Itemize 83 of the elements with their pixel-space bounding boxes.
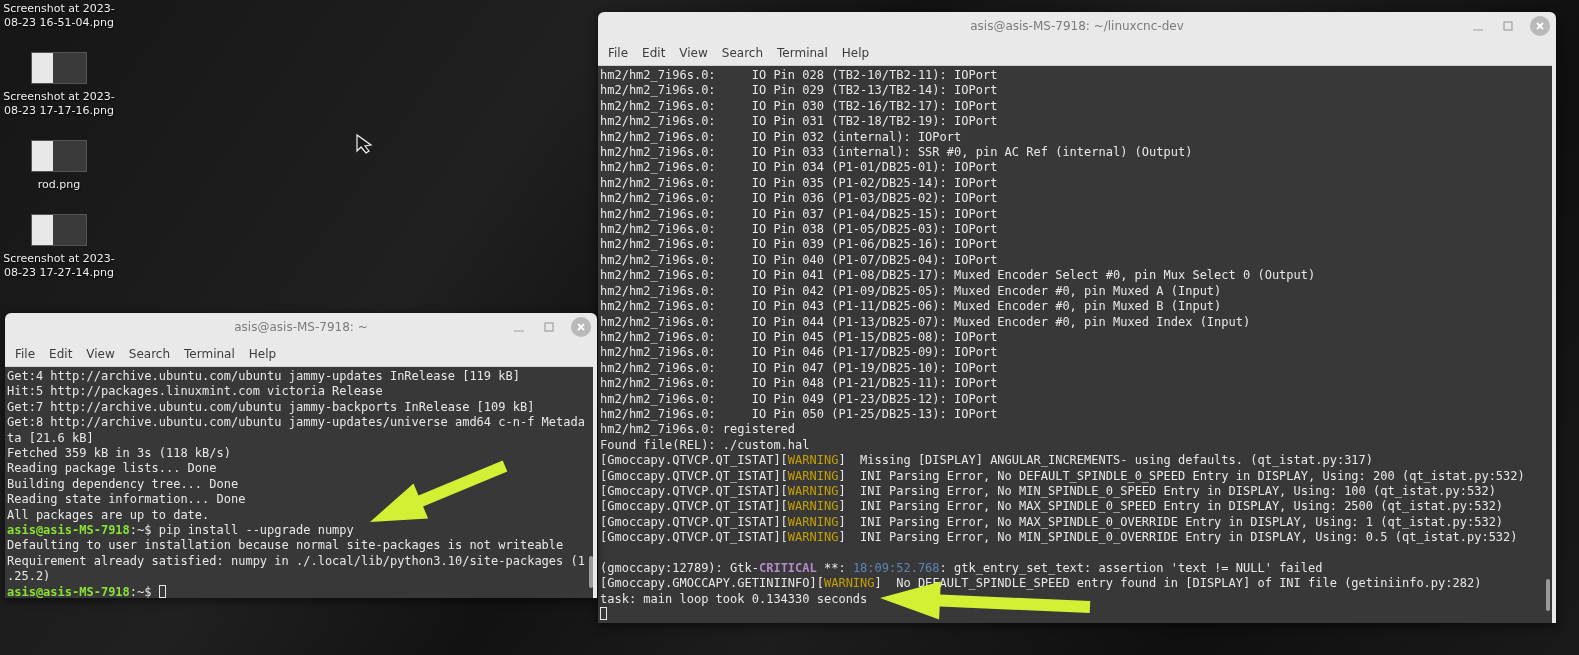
terminal-line: Reading state information... Done xyxy=(7,492,247,508)
file-label[interactable]: rod.png xyxy=(37,178,81,192)
terminal-line: hm2/hm2_7i96s.0: IO Pin 033 (internal): SSR #0, pin AC Ref (internal) (Output) xyxy=(600,145,1194,161)
terminal-line: hm2/hm2_7i96s.0: IO Pin 042 (P1-09/DB25-05): Muxed Encoder #0, pin Muxed A (Input) xyxy=(600,283,1223,300)
terminal-line: hm2/hm2_7i96s.0: IO Pin 037 (P1-04/DB25-15): IOPort xyxy=(600,206,999,223)
terminal-line: Get:7 http://archive.ubuntu.com/ubuntu jammy-backports InRelease [109 kB] xyxy=(7,399,536,416)
image-thumbnail[interactable] xyxy=(31,214,87,246)
menu-item[interactable]: Terminal xyxy=(771,43,834,62)
image-thumbnail[interactable] xyxy=(31,52,87,84)
terminal-line: hm2/hm2_7i96s.0: IO Pin 034 (P1-01/DB25-01): IOPort xyxy=(600,160,999,176)
terminal-line: .25.2) xyxy=(7,569,52,585)
scrollbar-thumb[interactable] xyxy=(588,556,593,589)
menu-item[interactable]: View xyxy=(80,344,121,363)
maximize-icon xyxy=(1503,21,1513,31)
menu-item[interactable]: Edit xyxy=(636,43,672,62)
window-title: asis@asis-MS-7918: ~/linuxcnc-dev xyxy=(970,19,1184,33)
terminal-line: Building dependency tree... Done xyxy=(7,476,240,493)
terminal-line: Fetched 359 kB in 3s (118 kB/s) xyxy=(7,446,232,462)
terminal-line: hm2/hm2_7i96s.0: IO Pin 044 (P1-13/DB25-07): Muxed Encoder #0, pin Muxed Index (Input) xyxy=(600,314,1252,330)
menu-item[interactable]: Terminal xyxy=(178,344,241,363)
terminal-line: hm2/hm2_7i96s.0: IO Pin 029 (TB2-13/TB2-14): IOPort xyxy=(600,83,999,99)
terminal-line: hm2/hm2_7i96s.0: IO Pin 039 (P1-06/DB25-16): IOPort xyxy=(600,237,999,253)
maximize-icon xyxy=(544,322,554,332)
terminal-line: hm2/hm2_7i96s.0: IO Pin 045 (P1-15/DB25-08): IOPort xyxy=(600,329,999,346)
terminal-line: hm2/hm2_7i96s.0: IO Pin 032 (internal): IOPort xyxy=(600,129,963,146)
terminal-line: [Gmoccapy.GMOCCAPY.GETINIINFO][WARNING] No DEFAULT_SPINDLE_SPEED entry found in [DISPLAY] of INI file (getiniinfo.py:282) xyxy=(600,576,1483,592)
terminal-line: hm2/hm2_7i96s.0: IO Pin 050 (P1-25/DB25-13): IOPort xyxy=(600,406,999,423)
terminal-line: hm2/hm2_7i96s.0: IO Pin 043 (P1-11/DB25-06): Muxed Encoder #0, pin Muxed B (Input) xyxy=(600,299,1223,315)
menu-item[interactable]: File xyxy=(602,43,635,62)
terminal-line: hm2/hm2_7i96s.0: IO Pin 047 (P1-19/DB25-10): IOPort xyxy=(600,360,999,377)
terminal-line: [Gmoccapy.QTVCP.QT_ISTAT][WARNING] INI Parsing Error, No MIN_SPINDLE_0_SPEED Entry in DISPLAY, Using: 100 (qt_istat.py:532) xyxy=(600,483,1497,500)
minimize-icon xyxy=(1473,29,1483,31)
menu-item[interactable]: File xyxy=(9,344,42,363)
terminal-line: (gmoccapy:12789): Gtk-CRITICAL **: 18:09:52.768: gtk_entry_set_text: assertion 'text != NULL' failed xyxy=(600,560,1324,577)
terminal-line: Hit:5 http://packages.linuxmint.com victoria Release xyxy=(7,384,384,400)
menu-item[interactable]: Help xyxy=(835,43,876,62)
terminal-line: task: main loop took 0.134330 seconds xyxy=(600,591,869,608)
terminal-line: hm2/hm2_7i96s.0: IO Pin 040 (P1-07/DB25-04): IOPort xyxy=(600,252,999,269)
terminal-line: hm2/hm2_7i96s.0: IO Pin 028 (TB2-10/TB2-11): IOPort xyxy=(600,68,999,84)
terminal-line: hm2/hm2_7i96s.0: IO Pin 036 (P1-03/DB25-02): IOPort xyxy=(600,191,999,207)
minimize-icon xyxy=(514,330,524,332)
terminal-line: All packages are up to date. xyxy=(7,507,211,524)
menu-item[interactable]: Edit xyxy=(43,344,79,363)
terminal-line: Get:8 http://archive.ubuntu.com/ubuntu jammy-updates/universe amd64 c-n-f Metada xyxy=(7,415,585,431)
terminal-line: Get:4 http://archive.ubuntu.com/ubuntu jammy-updates InRelease [119 kB] xyxy=(7,369,521,385)
terminal-line: hm2/hm2_7i96s.0: registered xyxy=(600,422,797,438)
file-label[interactable]: Screenshot at 2023- 08-23 16-51-04.png xyxy=(3,2,115,30)
close-icon xyxy=(1535,21,1545,31)
terminal-line: [Gmoccapy.QTVCP.QT_ISTAT][WARNING] INI Parsing Error, No MAX_SPINDLE_0_OVERRIDE Entry in DISPLAY, Using: 1 (qt_istat.py:532) xyxy=(600,514,1505,531)
terminal-line: [Gmoccapy.QTVCP.QT_ISTAT][WARNING] INI Parsing Error, No MIN_SPINDLE_0_OVERRIDE Entry in DISPLAY, Using: 0.5 (qt_istat.py:532) xyxy=(600,530,1519,546)
scrollbar-thumb[interactable] xyxy=(1546,578,1550,611)
terminal-line: hm2/hm2_7i96s.0: IO Pin 030 (TB2-16/TB2-17): IOPort xyxy=(600,98,999,115)
window-title: asis@asis-MS-7918: ~ xyxy=(234,320,368,334)
file-label[interactable]: Screenshot at 2023- 08-23 17-17-16.png xyxy=(3,90,115,118)
close-button[interactable] xyxy=(571,317,591,337)
image-thumbnail[interactable] xyxy=(31,140,87,172)
menu-item[interactable]: Search xyxy=(122,344,177,363)
menu-item[interactable]: View xyxy=(673,43,714,62)
terminal-line: hm2/hm2_7i96s.0: IO Pin 031 (TB2-18/TB2-19): IOPort xyxy=(600,114,999,130)
terminal-line: hm2/hm2_7i96s.0: IO Pin 049 (P1-23/DB25-12): IOPort xyxy=(600,391,999,407)
terminal-line: ta [21.6 kB] xyxy=(7,430,95,447)
close-icon xyxy=(576,322,586,332)
terminal-line: hm2/hm2_7i96s.0: IO Pin 046 (P1-17/DB25-09): IOPort xyxy=(600,345,999,361)
terminal-line: hm2/hm2_7i96s.0: IO Pin 035 (P1-02/DB25-14): IOPort xyxy=(600,175,999,192)
file-label[interactable]: Screenshot at 2023- 08-23 17-27-14.png xyxy=(3,252,115,280)
terminal-line: hm2/hm2_7i96s.0: IO Pin 048 (P1-21/DB25-11): IOPort xyxy=(600,376,999,392)
terminal-line: [Gmoccapy.QTVCP.QT_ISTAT][WARNING] Missing [DISPLAY] ANGULAR_INCREMENTS- using defaults. (qt_istat.py:317) xyxy=(600,453,1375,469)
terminal-line: [Gmoccapy.QTVCP.QT_ISTAT][WARNING] INI Parsing Error, No DEFAULT_SPINDLE_0_SPEED Entry in DISPLAY, Using: 200 (qt_istat.py:532) xyxy=(600,468,1526,484)
terminal-prompt: asis@asis-MS-7918:~$ xyxy=(7,584,153,598)
terminal-line: Defaulting to user installation because normal site-packages is not writeable xyxy=(7,538,565,554)
menu-item[interactable]: Help xyxy=(242,344,283,363)
menu-item[interactable]: Search xyxy=(715,43,770,62)
terminal-line: [Gmoccapy.QTVCP.QT_ISTAT][WARNING] INI Parsing Error, No MAX_SPINDLE_0_SPEED Entry in DISPLAY, Using: 2500 (qt_istat.py:532) xyxy=(600,499,1505,515)
terminal-line: hm2/hm2_7i96s.0: IO Pin 041 (P1-08/DB25-17): Muxed Encoder Select #0, pin Mux Select 0 (Output) xyxy=(600,268,1317,284)
terminal-line: Requirement already satisfied: numpy in ./.local/lib/python3.10/site-packages (1 xyxy=(7,553,585,570)
pointer-icon xyxy=(356,133,373,154)
maximize-button[interactable] xyxy=(1500,18,1516,34)
maximize-button[interactable] xyxy=(541,319,557,335)
close-button[interactable] xyxy=(1530,16,1550,36)
terminal-line: hm2/hm2_7i96s.0: IO Pin 038 (P1-05/DB25-03): IOPort xyxy=(600,222,999,238)
terminal-line: Reading package lists... Done xyxy=(7,461,218,477)
terminal-line: Found file(REL): ./custom.hal xyxy=(600,437,811,454)
terminal-line: asis@asis-MS-7918:~$ pip install --upgrade numpy xyxy=(7,523,355,539)
